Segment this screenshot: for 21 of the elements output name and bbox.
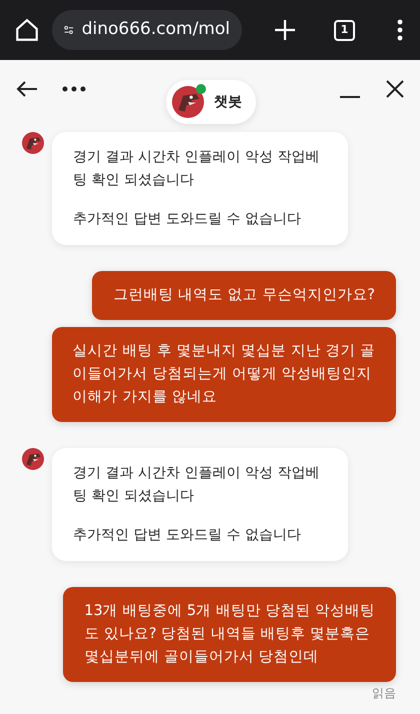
plus-icon[interactable]	[274, 19, 296, 41]
more-vertical-icon[interactable]	[397, 19, 403, 41]
more-horizontal-icon[interactable]	[62, 86, 86, 92]
chatbot-title: 챗봇	[214, 92, 242, 112]
message-text: 경기 결과 시간차 인플레이 악성 작업베 팅 확인 되셨습니다	[73, 464, 320, 506]
message-text: 실시간 배팅 후 몇분내지 몇십분 지난 경기 골 이들어가서 당첨되는게 어떻게 악성배팅인지 이해가 가지를 않네요	[72, 342, 375, 407]
back-arrow-icon[interactable]	[16, 80, 38, 98]
message-text: 경기 결과 시간차 인플레이 악성 작업베 팅 확인 되셨습니다	[73, 148, 320, 190]
chatbot-avatar	[172, 86, 204, 118]
bot-avatar	[22, 132, 44, 154]
bot-avatar	[22, 448, 44, 470]
read-receipt: 읽음	[372, 685, 396, 702]
home-icon[interactable]	[14, 17, 40, 43]
close-icon[interactable]	[386, 80, 404, 98]
message-text: 그런배팅 내역도 없고 무슨억지인가요?	[113, 286, 375, 305]
message-text: 추가적인 답변 도와드릴 수 없습니다	[73, 210, 302, 229]
tab-count[interactable]: 1	[334, 20, 355, 40]
message-text: 13개 배팅중에 5개 배팅만 당첨된 악성배팅 도 있나요? 당첨된 내역들 배팅후 몇분혹은 몇십분뒤에 골이들어가서 당첨인데	[84, 602, 375, 667]
address-bar[interactable]: dino666.com/mol	[52, 10, 242, 50]
message-text: 추가적인 답변 도와드릴 수 없습니다	[73, 526, 302, 545]
url-text: dino666.com/mol	[82, 18, 230, 42]
